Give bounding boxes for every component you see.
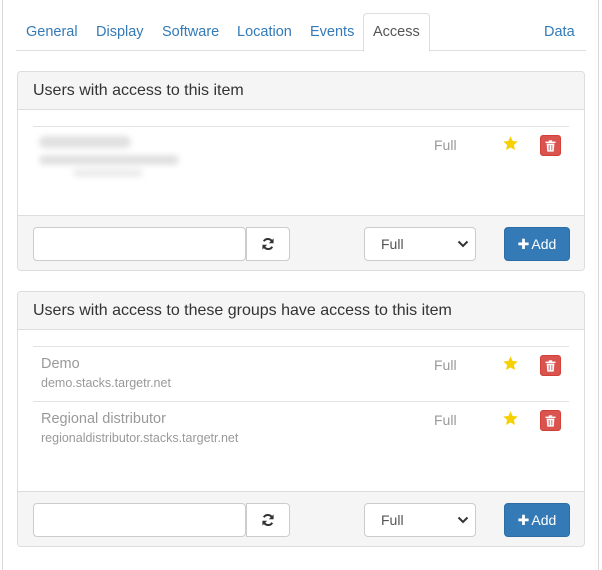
plus-icon: ✚ [517,512,530,528]
users-panel-footer: Full ✚ Add [18,215,584,270]
access-level: Full [434,357,457,373]
tab-events[interactable]: Events [301,13,363,51]
add-user-button-label: Add [531,236,557,252]
group-domain: demo.stacks.targetr.net [41,376,171,390]
plus-icon: ✚ [517,236,530,252]
tab-general[interactable]: General [17,13,87,51]
tab-display[interactable]: Display [87,13,153,51]
add-group-button-label: Add [531,512,557,528]
frame-left-border [2,0,3,570]
tab-software[interactable]: Software [153,13,228,51]
access-level-select-value: Full [381,236,404,252]
delete-group-button[interactable] [540,410,561,431]
tab-access[interactable]: Access [363,13,430,52]
user-row: Full [33,126,569,186]
group-row: Demo demo.stacks.targetr.net Full [33,346,569,401]
trash-icon [545,359,556,372]
tab-location[interactable]: Location [228,13,301,51]
tab-data[interactable]: Data [535,13,584,51]
chevron-down-icon [457,516,469,524]
refresh-button[interactable] [246,503,290,537]
groups-access-panel: Users with access to these groups have a… [17,291,585,547]
group-name: Regional distributor [41,411,166,427]
add-user-button[interactable]: ✚ Add [504,227,570,261]
access-level-select[interactable]: Full [364,227,476,261]
frame-right-border [598,0,599,570]
access-level: Full [434,137,457,153]
user-search-input[interactable] [33,227,246,261]
access-level-select-value: Full [381,512,404,528]
refresh-button[interactable] [246,227,290,261]
refresh-icon [262,237,274,251]
star-icon[interactable] [502,355,519,372]
groups-panel-footer: Full ✚ Add [18,491,584,546]
obscured-user-name [39,136,131,148]
delete-group-button[interactable] [540,355,561,376]
users-access-panel: Users with access to this item Full Full… [17,71,585,271]
refresh-icon [262,513,274,527]
delete-user-button[interactable] [540,135,561,156]
obscured-user-email [39,155,179,165]
obscured-user-detail [73,169,143,177]
group-search-input[interactable] [33,503,246,537]
users-panel-title: Users with access to this item [18,72,584,110]
tab-bar: General Display Software Location Events… [16,13,586,52]
group-name: Demo [41,356,80,372]
trash-icon [545,139,556,152]
chevron-down-icon [457,240,469,248]
star-icon[interactable] [502,410,519,427]
group-domain: regionaldistributor.stacks.targetr.net [41,431,239,445]
group-row: Regional distributor regionaldistributor… [33,401,569,456]
add-group-button[interactable]: ✚ Add [504,503,570,537]
access-level-select[interactable]: Full [364,503,476,537]
star-icon[interactable] [502,135,519,152]
groups-panel-title: Users with access to these groups have a… [18,292,584,330]
trash-icon [545,414,556,427]
access-level: Full [434,412,457,428]
